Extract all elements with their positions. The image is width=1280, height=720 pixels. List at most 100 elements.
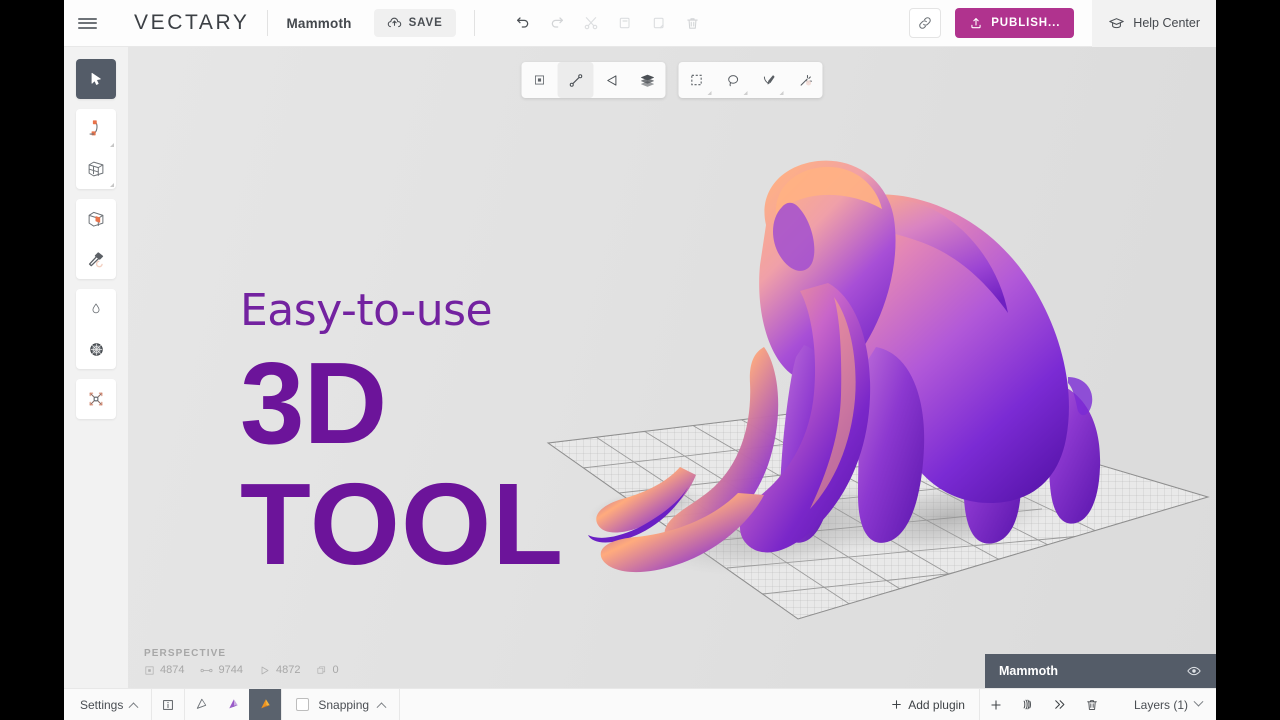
submenu-indicator — [110, 143, 114, 147]
sidebar-group-transform — [76, 379, 116, 419]
tool-transform[interactable] — [76, 379, 116, 419]
vertex-count-value: 4874 — [160, 664, 184, 676]
copy-button[interactable] — [611, 9, 639, 37]
mode-vertex[interactable] — [522, 62, 558, 98]
delete-button[interactable] — [679, 9, 707, 37]
main-menu-button[interactable] — [64, 0, 110, 47]
view-shaded[interactable] — [217, 689, 249, 720]
layers-toggle[interactable]: Layers (1) — [1108, 698, 1216, 712]
share-link-button[interactable] — [909, 8, 941, 38]
mode-face[interactable] — [594, 62, 630, 98]
project-name[interactable]: Mammoth — [286, 16, 351, 31]
add-plugin-button[interactable]: Add plugin — [876, 698, 979, 712]
cloud-upload-icon — [387, 16, 402, 31]
mode-edge[interactable] — [558, 62, 594, 98]
edge-icon — [200, 665, 213, 676]
hamburger-icon — [78, 15, 97, 31]
vertex-count: 4874 — [144, 664, 184, 676]
object-count: 0 — [316, 664, 338, 676]
tool-material[interactable] — [76, 289, 116, 329]
save-label: SAVE — [409, 17, 443, 29]
info-button[interactable] — [152, 689, 184, 720]
settings-button[interactable]: Settings — [64, 689, 151, 720]
vectary-app-window: VECTARY Mammoth SAVE — [64, 0, 1216, 720]
settings-label: Settings — [80, 698, 123, 712]
submenu-indicator — [744, 91, 748, 95]
merge-layer-button[interactable] — [1044, 689, 1076, 720]
view-rendered[interactable] — [249, 689, 281, 720]
header-divider — [267, 10, 268, 36]
upload-icon — [969, 16, 983, 30]
vertex-icon — [144, 665, 155, 676]
select-rectangle[interactable] — [679, 62, 715, 98]
edge-count: 9744 — [200, 664, 242, 676]
snapping-checkbox[interactable] — [296, 698, 309, 711]
tool-hammer[interactable] — [76, 239, 116, 279]
tool-environment[interactable] — [76, 329, 116, 369]
add-plugin-label: Add plugin — [908, 698, 965, 712]
face-icon — [259, 665, 271, 676]
tool-primitive[interactable] — [76, 149, 116, 189]
tool-pen[interactable] — [76, 109, 116, 149]
help-center-label: Help Center — [1133, 16, 1200, 30]
edit-tool-group — [509, 9, 707, 37]
tool-select[interactable] — [76, 59, 116, 99]
delete-layer-button[interactable] — [1076, 689, 1108, 720]
sidebar-group-create — [76, 109, 116, 189]
layer-name: Mammoth — [999, 664, 1058, 678]
graduation-cap-icon — [1108, 15, 1125, 32]
select-paint[interactable] — [751, 62, 787, 98]
paste-button[interactable] — [645, 9, 673, 37]
snapping-label: Snapping — [318, 698, 369, 712]
layers-label: Layers (1) — [1134, 698, 1188, 712]
eye-icon[interactable] — [1186, 663, 1202, 679]
select-magic-wand[interactable] — [787, 62, 823, 98]
sidebar-group-modify — [76, 199, 116, 279]
publish-button[interactable]: PUBLISH... — [955, 8, 1074, 38]
select-lasso[interactable] — [715, 62, 751, 98]
edge-count-value: 9744 — [218, 664, 242, 676]
app-logo: VECTARY — [134, 11, 249, 35]
mode-object[interactable] — [630, 62, 666, 98]
help-center-button[interactable]: Help Center — [1092, 0, 1216, 47]
submenu-indicator — [110, 183, 114, 187]
bottombar-divider-4 — [399, 689, 400, 720]
object-count-value: 0 — [332, 664, 338, 676]
plus-icon — [890, 698, 903, 711]
sidebar-group-appearance — [76, 289, 116, 369]
object-icon — [316, 665, 327, 676]
selection-tool-group — [679, 62, 823, 98]
face-count-value: 4872 — [276, 664, 300, 676]
redo-button[interactable] — [543, 9, 571, 37]
promo-line-3: TOOL — [240, 471, 564, 578]
bottombar-right-group: Add plugin — [876, 689, 1216, 720]
promo-overlay: Easy-to-use 3D TOOL — [240, 285, 564, 577]
snapping-toggle[interactable]: Snapping — [282, 689, 399, 720]
header-divider-2 — [474, 10, 475, 36]
face-count: 4872 — [259, 664, 300, 676]
letterbox-right — [1216, 0, 1280, 720]
undo-button[interactable] — [509, 9, 537, 37]
header-right-group: PUBLISH... Help Center — [909, 0, 1216, 47]
cut-button[interactable] — [577, 9, 605, 37]
left-toolbar — [64, 47, 128, 688]
sidebar-group-select — [76, 59, 116, 99]
layer-panel[interactable]: Mammoth — [985, 654, 1216, 688]
letterbox-left — [0, 0, 64, 720]
view-wireframe[interactable] — [185, 689, 217, 720]
promo-line-1: Easy-to-use — [240, 285, 564, 336]
viewport-status: PERSPECTIVE 4874 974 — [144, 648, 339, 676]
tool-boolean[interactable] — [76, 199, 116, 239]
chain-link-icon — [917, 15, 933, 31]
scene-stats: 4874 9744 4872 — [144, 664, 339, 676]
submenu-indicator — [780, 91, 784, 95]
add-layer-button[interactable] — [980, 689, 1012, 720]
chevron-down-icon — [1194, 697, 1204, 707]
projection-label: PERSPECTIVE — [144, 648, 339, 659]
duplicate-layer-button[interactable] — [1012, 689, 1044, 720]
save-button[interactable]: SAVE — [374, 9, 456, 37]
3d-viewport[interactable]: Easy-to-use 3D TOOL PERSPECTIVE 4874 — [128, 47, 1216, 688]
viewport-toolbar — [522, 62, 823, 98]
chevron-up-icon[interactable] — [377, 702, 387, 712]
publish-label: PUBLISH... — [991, 17, 1060, 29]
